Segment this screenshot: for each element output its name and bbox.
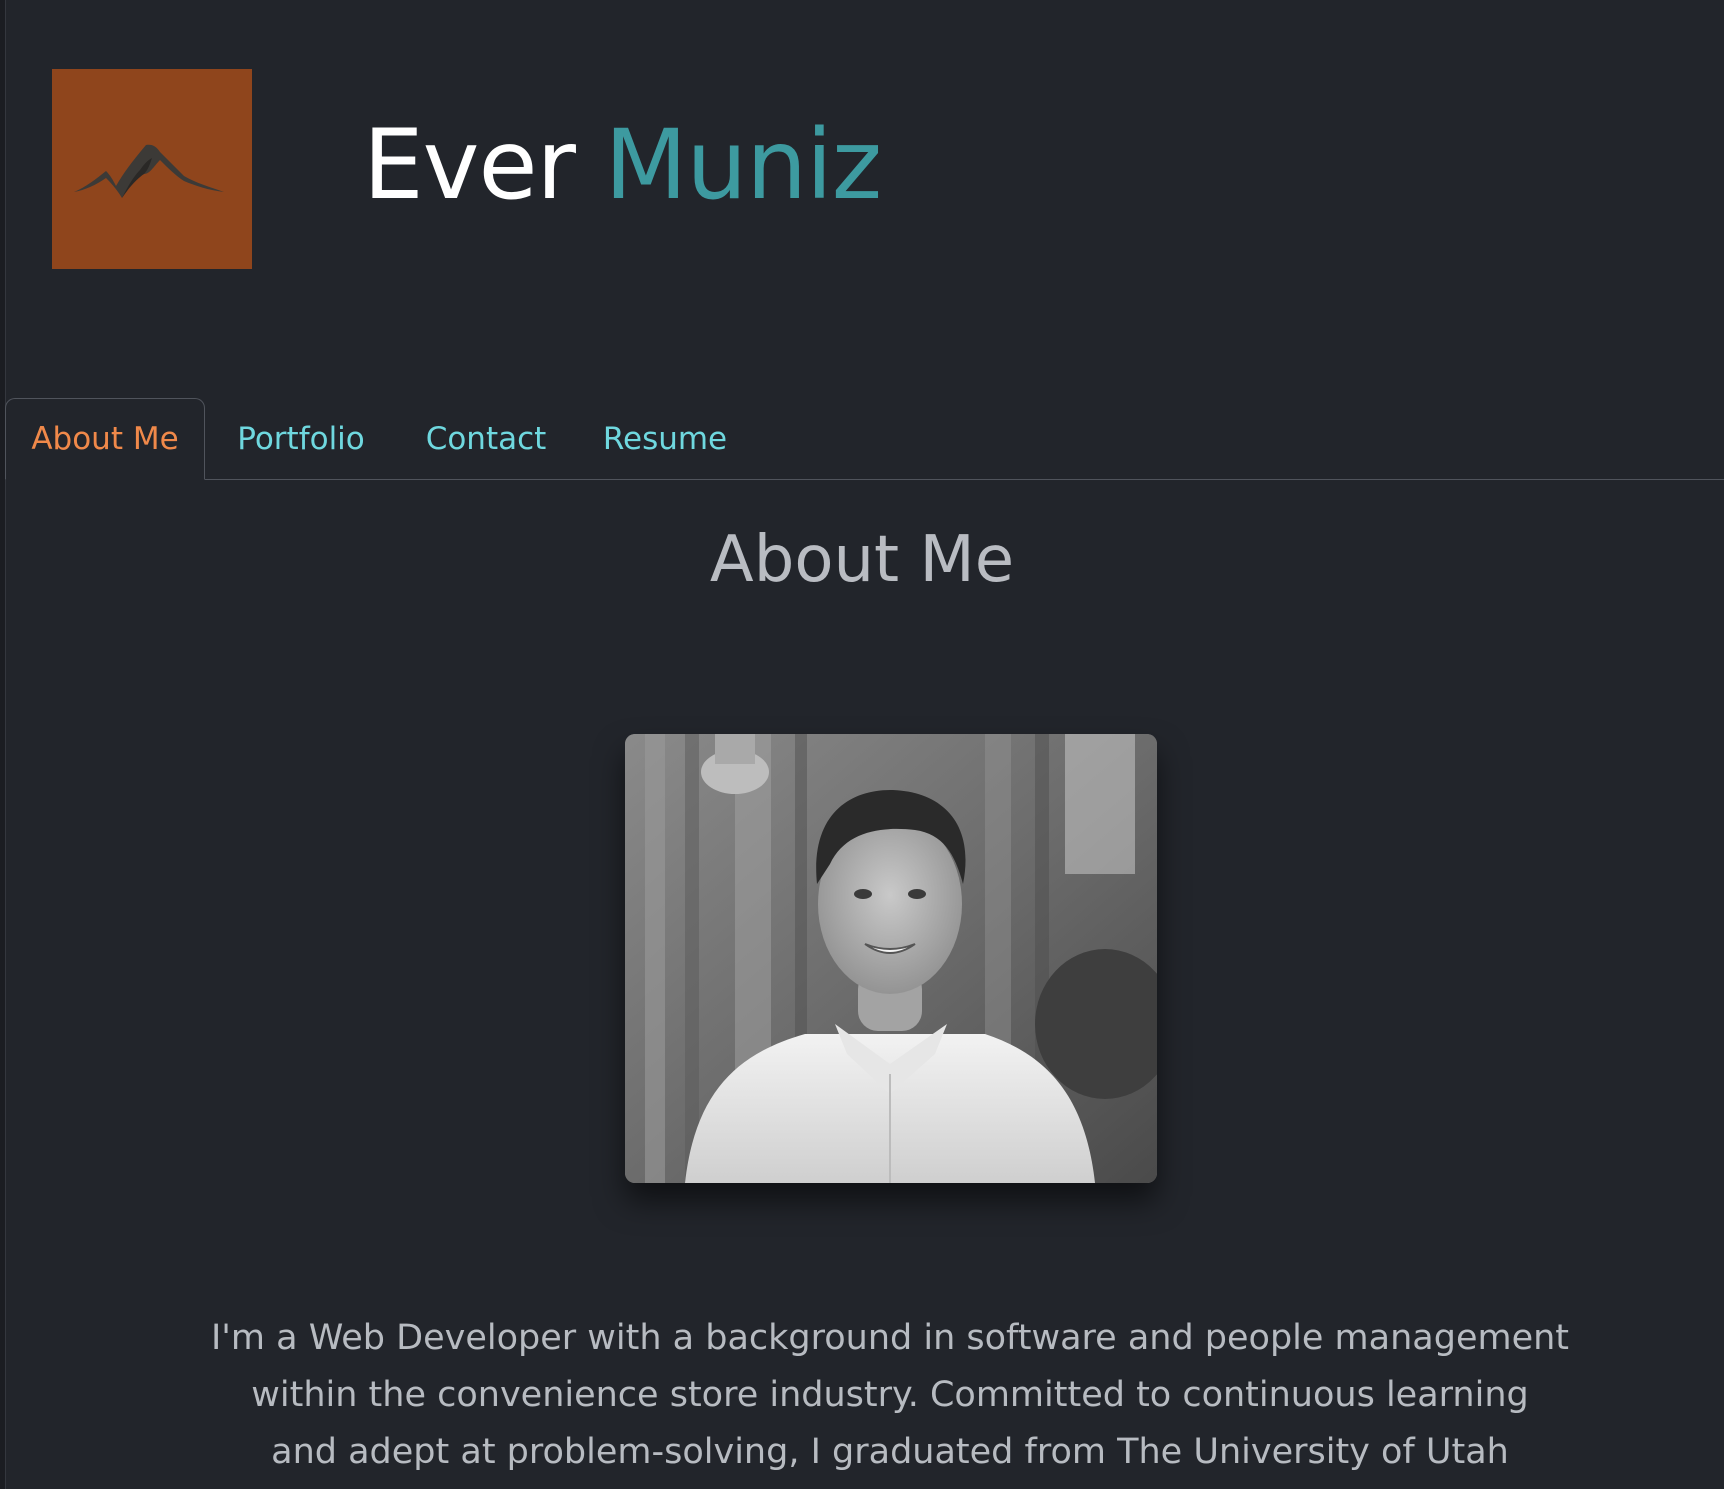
page: Ever Muniz About Me Portfolio Contact Re… (0, 0, 1724, 1489)
logo[interactable] (52, 69, 252, 269)
site-title-first-name: Ever (363, 109, 576, 221)
window-edge (0, 0, 6, 1489)
site-title: Ever Muniz (363, 109, 883, 221)
tab-contact[interactable]: Contact (412, 398, 560, 480)
tab-portfolio[interactable]: Portfolio (220, 398, 382, 480)
mountain-icon (74, 144, 224, 198)
bio-line: within the convenience store industry. C… (251, 1375, 1529, 1415)
profile-photo (625, 734, 1157, 1183)
tab-about-me[interactable]: About Me (5, 398, 205, 480)
bio-line: I'm a Web Developer with a background in… (210, 1318, 1570, 1358)
tabs-divider (5, 479, 1724, 480)
bio-line: and adept at problem-solving, I graduate… (271, 1432, 1509, 1472)
tab-resume[interactable]: Resume (590, 398, 740, 480)
section-heading: About Me (709, 523, 1015, 597)
site-title-last-name: Muniz (604, 109, 883, 221)
bio-paragraph: I'm a Web Developer with a background in… (200, 1310, 1580, 1481)
profile-photo-illustration (625, 734, 1157, 1183)
